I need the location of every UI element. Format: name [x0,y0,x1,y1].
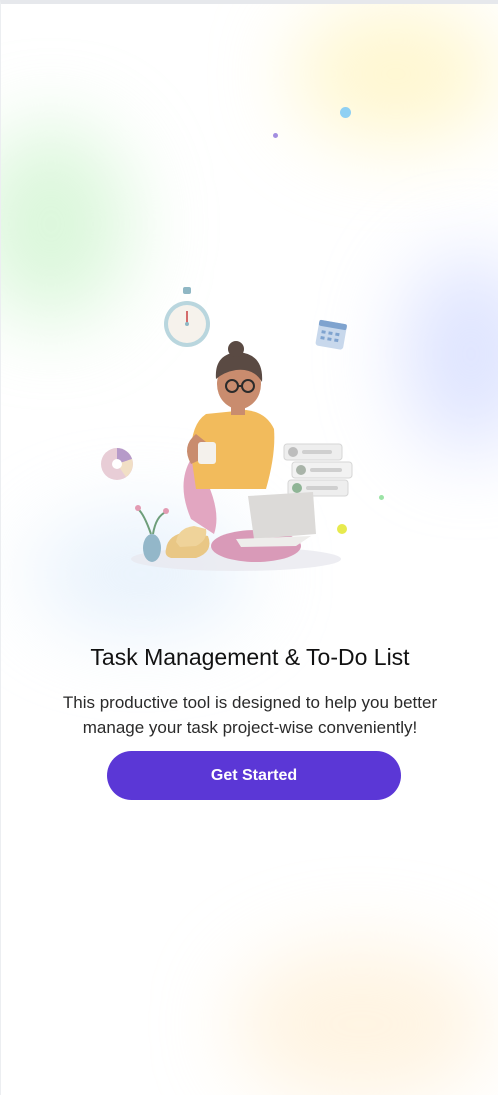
decorative-dot [379,495,384,500]
onboarding-title: Task Management & To-Do List [90,644,410,670]
stopwatch-icon [164,287,210,347]
background-glow-yellow [291,4,498,144]
get-started-button[interactable]: Get Started [107,751,401,800]
person-with-laptop-illustration [101,287,353,571]
background-glow-blue [401,254,498,454]
pie-chart-icon [101,448,133,480]
checklist-icon [283,443,353,497]
decorative-dot [273,133,278,138]
decorative-dot [340,107,351,118]
background-glow-peach [231,944,491,1095]
onboarding-screen: Task Management & To-Do List This produc… [0,0,498,1095]
onboarding-description: This productive tool is designed to help… [62,693,438,737]
calendar-icon [315,319,347,350]
